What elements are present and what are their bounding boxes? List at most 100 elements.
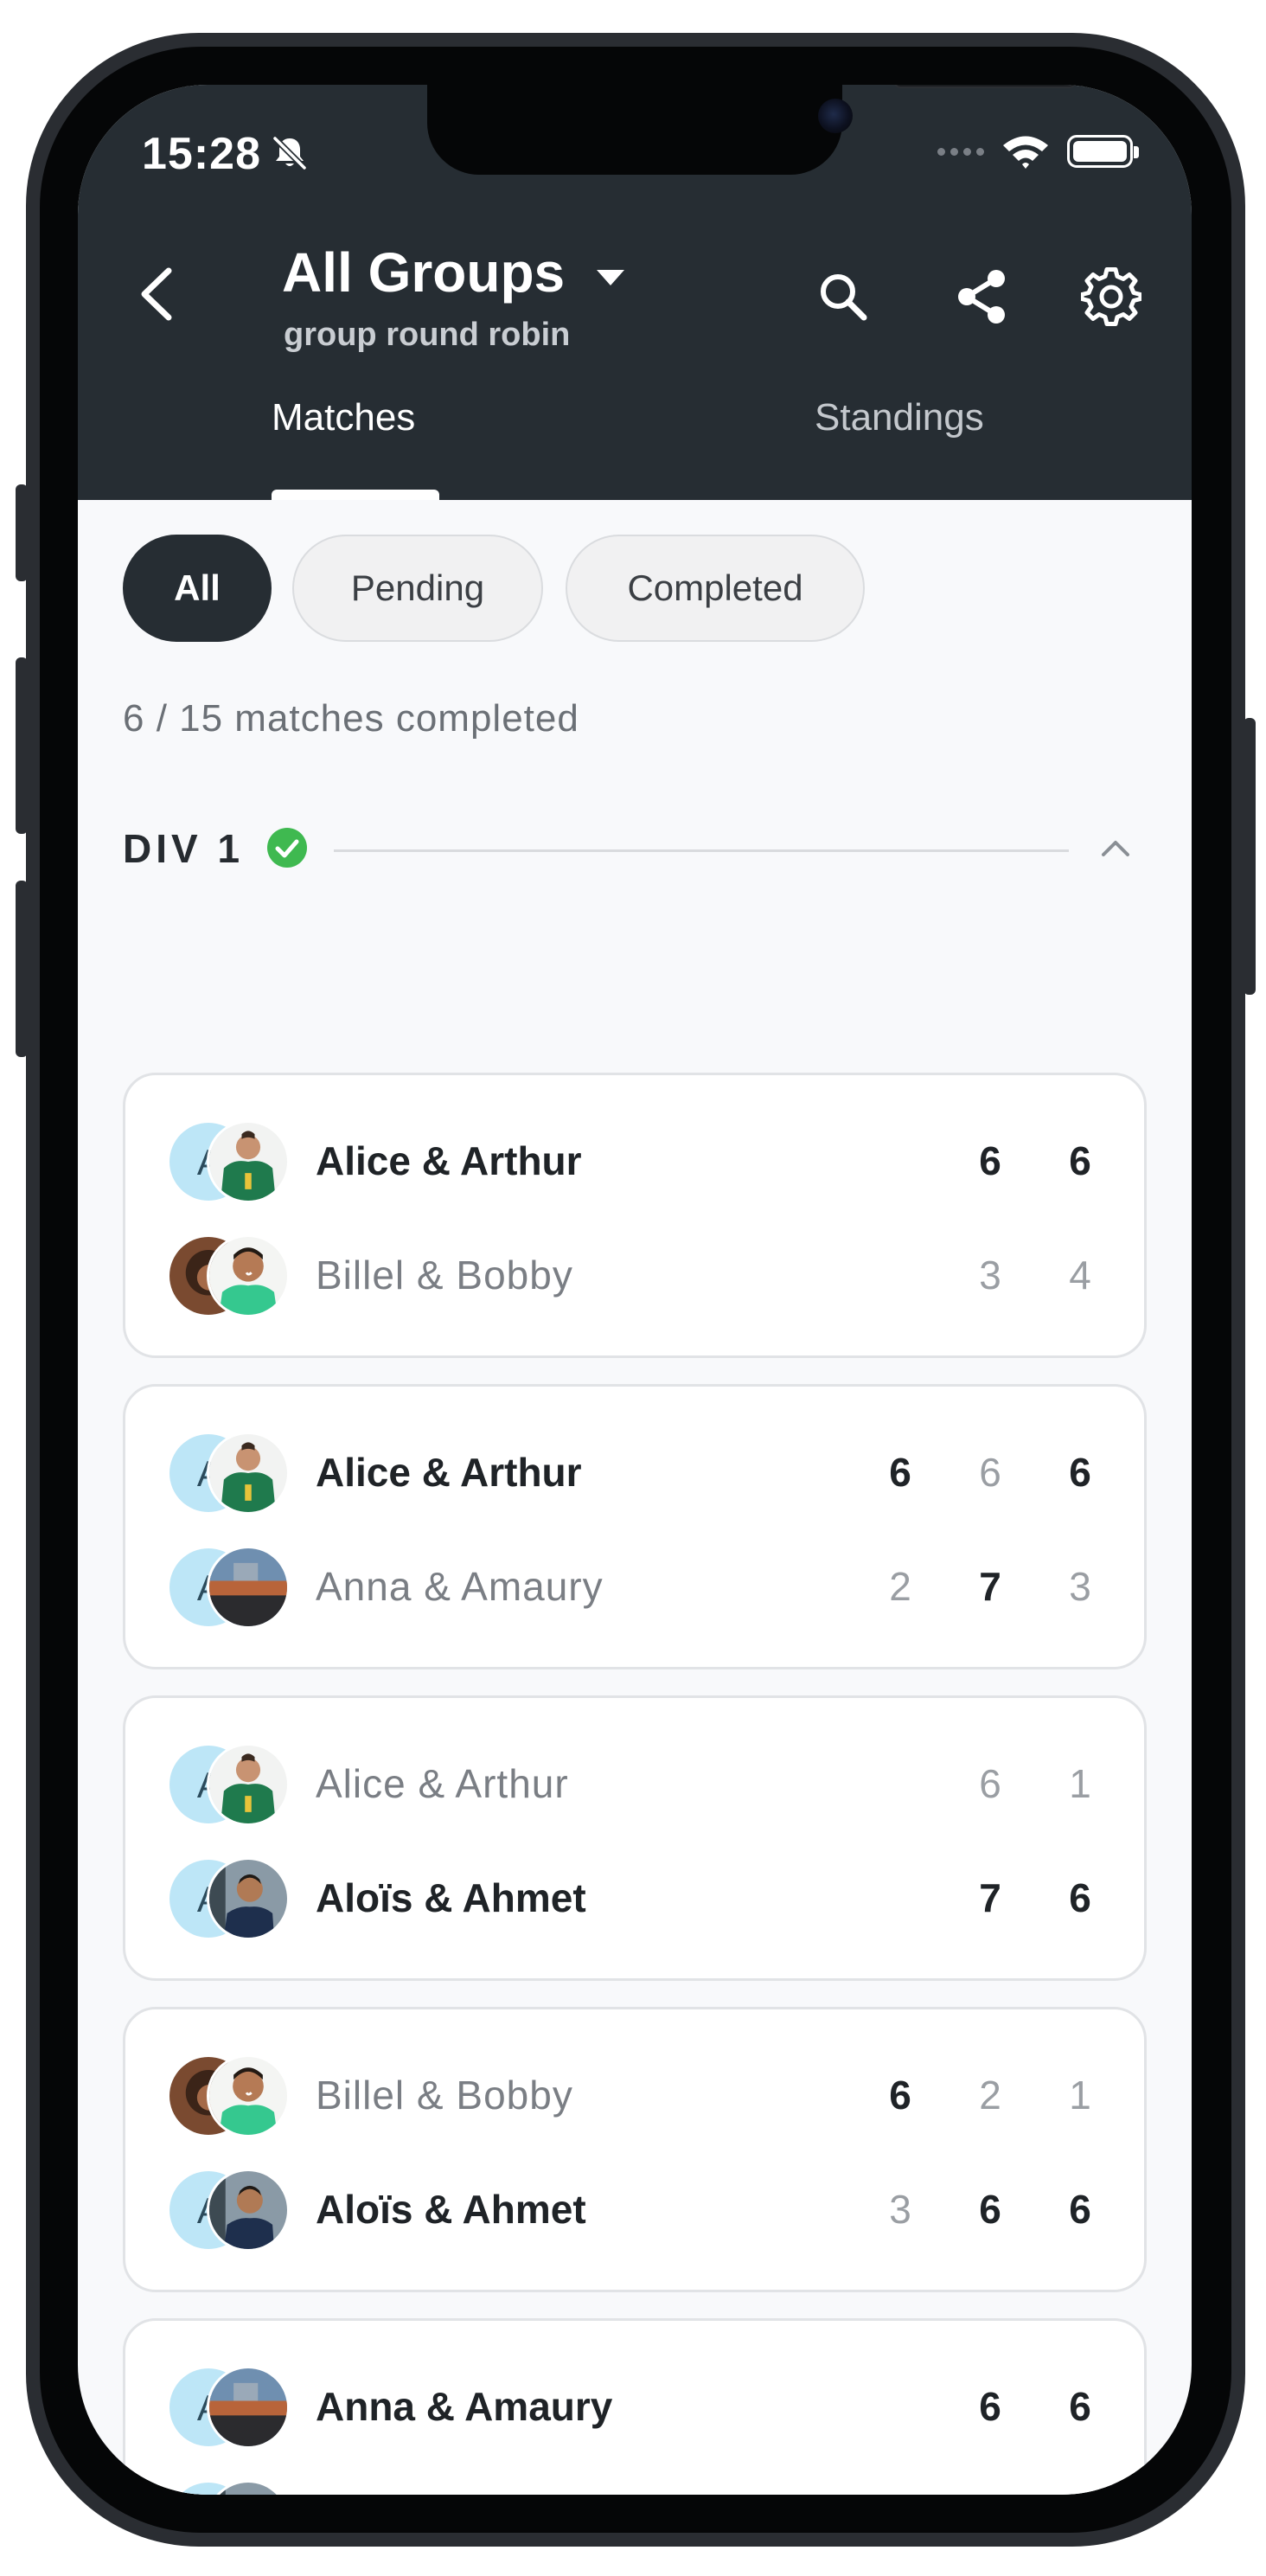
team-row: A Anna & Amaury 2 7 3 — [125, 1541, 1144, 1636]
matches-summary: 6 / 15 matches completed — [123, 697, 579, 740]
set-score: 4 — [1069, 1253, 1091, 1298]
front-camera — [818, 99, 853, 133]
avatar — [207, 1857, 290, 1940]
set-score: 6 — [1069, 2187, 1091, 2232]
team-row: A Alice & Arthur 6 1 — [125, 1738, 1144, 1833]
tab-matches[interactable]: Matches — [272, 396, 415, 439]
filter-chip-all[interactable]: All — [123, 535, 272, 642]
settings-button[interactable] — [1072, 258, 1150, 336]
division-divider — [334, 849, 1069, 852]
caret-down-icon[interactable] — [593, 266, 628, 291]
team-avatars: A — [167, 1432, 297, 1515]
team-avatars: A — [167, 2480, 297, 2495]
team-avatars: A — [167, 2366, 297, 2449]
match-card[interactable]: A Alice & Arthur 6 6 Billel & Bobby 3 4 — [123, 1073, 1147, 1358]
back-button[interactable] — [126, 258, 187, 330]
share-icon — [958, 270, 1005, 324]
team-avatars: A — [167, 2169, 297, 2252]
status-time: 15:28 — [142, 129, 261, 179]
team-avatars — [167, 2054, 297, 2137]
app-header: 15:28 All Groups group round robin Match… — [78, 85, 1192, 500]
team-row: A Alice & Arthur 6 6 6 — [125, 1426, 1144, 1522]
set-score: 7 — [979, 1564, 1001, 1609]
team-row: A Alice & Arthur 6 6 — [125, 1115, 1144, 1210]
avatar — [207, 2054, 290, 2137]
active-tab-indicator — [272, 490, 439, 500]
match-card[interactable]: Billel & Bobby 6 2 1 A Aloïs & Ahmet 3 6 6 — [123, 2007, 1147, 2292]
status-indicators — [937, 130, 1139, 173]
set-score: 1 — [1069, 1761, 1091, 1806]
search-icon — [821, 274, 867, 321]
set-score: 6 — [979, 2384, 1001, 2429]
set-score: 6 — [979, 1138, 1001, 1183]
team-row: A Aloïs & Ahmet42 — [125, 2475, 1144, 2495]
avatar — [207, 1743, 290, 1826]
team-name: Anna & Amaury — [316, 2384, 613, 2429]
avatar — [207, 1120, 290, 1203]
team-name: Alice & Arthur — [316, 1761, 569, 1806]
battery-icon — [1067, 135, 1139, 168]
muted-bell-icon — [272, 136, 307, 170]
set-score: 7 — [979, 1875, 1001, 1920]
tab-standings[interactable]: Standings — [815, 396, 984, 439]
set-score: 6 — [889, 2073, 911, 2118]
team-avatars: A — [167, 1120, 297, 1203]
match-card[interactable]: A Alice & Arthur 6 1 A Aloïs & Ahmet 7 6 — [123, 1695, 1147, 1981]
avatar — [207, 2169, 290, 2252]
set-score: 6 — [1069, 2384, 1091, 2429]
set-score: 2 — [979, 2073, 1001, 2118]
team-row: A Anna & Amaury 6 6 — [125, 2361, 1144, 2456]
cellular-signal-icon — [937, 147, 984, 156]
app-screen: 15:28 All Groups group round robin Match… — [78, 85, 1192, 2495]
set-score: 6 — [979, 1761, 1001, 1806]
team-name: Billel & Bobby — [316, 2073, 573, 2118]
chevron-up-icon[interactable] — [1095, 829, 1136, 867]
team-avatars — [167, 1234, 297, 1317]
team-name: Billel & Bobby — [316, 1253, 573, 1298]
filter-chip-pending[interactable]: Pending — [292, 535, 543, 642]
team-row: Billel & Bobby 3 4 — [125, 1229, 1144, 1324]
avatar — [207, 1234, 290, 1317]
earpiece-speaker — [894, 85, 1076, 88]
set-score: 3 — [1069, 1564, 1091, 1609]
avatar — [207, 1546, 290, 1629]
set-score: 6 — [1069, 1138, 1091, 1183]
filter-chip-completed[interactable]: Completed — [566, 535, 865, 642]
team-avatars: A — [167, 1857, 297, 1940]
team-name: Alice & Arthur — [316, 1450, 582, 1495]
set-score: 3 — [979, 1253, 1001, 1298]
set-score: 2 — [889, 1564, 911, 1609]
team-row: Billel & Bobby 6 2 1 — [125, 2049, 1144, 2144]
gear-icon — [1081, 267, 1141, 326]
back-icon — [141, 267, 172, 321]
wifi-icon — [1003, 136, 1048, 169]
avatar — [207, 2366, 290, 2449]
page-title[interactable]: All Groups — [282, 240, 565, 304]
set-score: 6 — [979, 2187, 1001, 2232]
team-name: Aloïs & Ahmet — [316, 2187, 586, 2232]
team-row: A Aloïs & Ahmet 3 6 6 — [125, 2163, 1144, 2259]
page-subtitle: group round robin — [284, 317, 571, 353]
volume-up-button — [16, 657, 28, 834]
share-button[interactable] — [943, 258, 1020, 336]
check-circle-icon — [267, 828, 307, 868]
volume-down-button — [16, 881, 28, 1057]
match-card[interactable]: A Alice & Arthur 6 6 6 A Anna & Amaury 2 7 3 — [123, 1384, 1147, 1669]
search-button[interactable] — [804, 258, 882, 336]
team-name: Alice & Arthur — [316, 1138, 582, 1183]
team-name: Aloïs & Ahmet — [316, 1875, 586, 1920]
set-score: 6 — [1069, 1875, 1091, 1920]
team-avatars: A — [167, 1546, 297, 1629]
match-card[interactable]: A Anna & Amaury 6 6 A Aloïs & Ahmet42 — [123, 2318, 1147, 2495]
team-avatars: A — [167, 1743, 297, 1826]
team-row: A Aloïs & Ahmet 7 6 — [125, 1852, 1144, 1947]
avatar — [207, 1432, 290, 1515]
set-score: 1 — [1069, 2073, 1091, 2118]
set-score: 3 — [889, 2187, 911, 2232]
division-title[interactable]: DIV 1 — [123, 825, 244, 872]
set-score: 6 — [1069, 1450, 1091, 1495]
team-name: Anna & Amaury — [316, 1564, 604, 1609]
set-score: 6 — [889, 1450, 911, 1495]
notch — [427, 85, 1076, 175]
mute-switch — [16, 484, 28, 581]
